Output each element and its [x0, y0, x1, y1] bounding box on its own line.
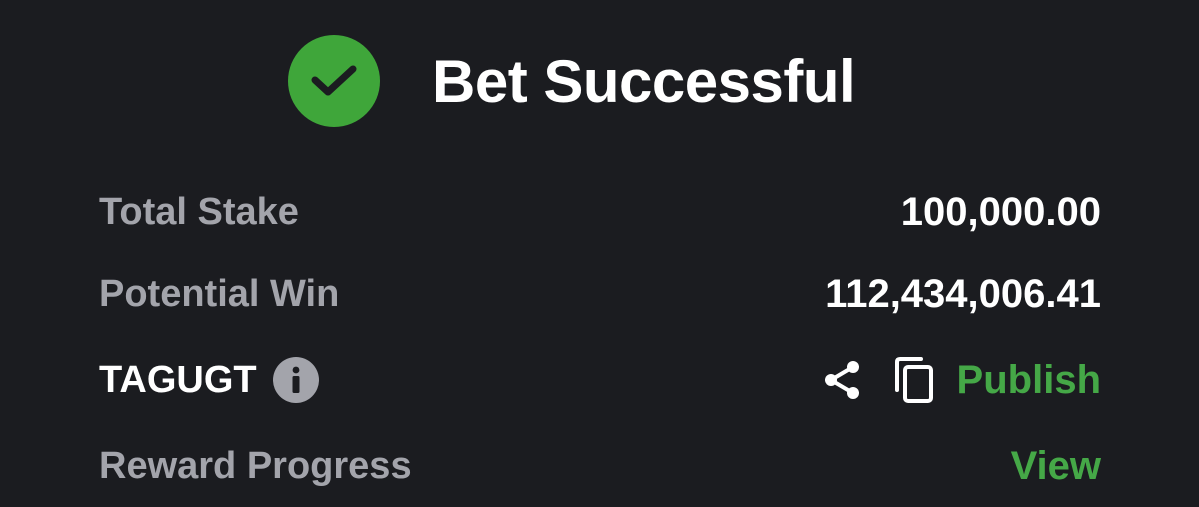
page-title: Bet Successful: [432, 47, 856, 115]
publish-button[interactable]: Publish: [957, 358, 1101, 403]
total-stake-row: Total Stake 100,000.00: [99, 182, 1101, 242]
total-stake-value: 100,000.00: [900, 189, 1101, 234]
potential-win-value: 112,434,006.41: [825, 271, 1101, 316]
booking-code-group: TAGUGT: [99, 357, 319, 403]
share-icon[interactable]: [819, 357, 865, 403]
view-reward-button[interactable]: View: [1011, 444, 1101, 489]
reward-progress-label: Reward Progress: [99, 444, 412, 487]
copy-icon[interactable]: [891, 355, 937, 405]
potential-win-row: Potential Win 112,434,006.41: [99, 264, 1101, 324]
potential-win-label: Potential Win: [99, 272, 340, 315]
reward-progress-row: Reward Progress View: [99, 436, 1101, 496]
total-stake-label: Total Stake: [99, 190, 299, 233]
booking-code-label: TAGUGT: [99, 358, 257, 401]
booking-code-row: TAGUGT Publish: [99, 350, 1101, 410]
info-icon[interactable]: [272, 357, 319, 403]
success-header: Bet Successful: [288, 35, 856, 127]
check-circle-icon: [288, 35, 380, 127]
booking-code-actions: Publish: [819, 355, 1101, 405]
